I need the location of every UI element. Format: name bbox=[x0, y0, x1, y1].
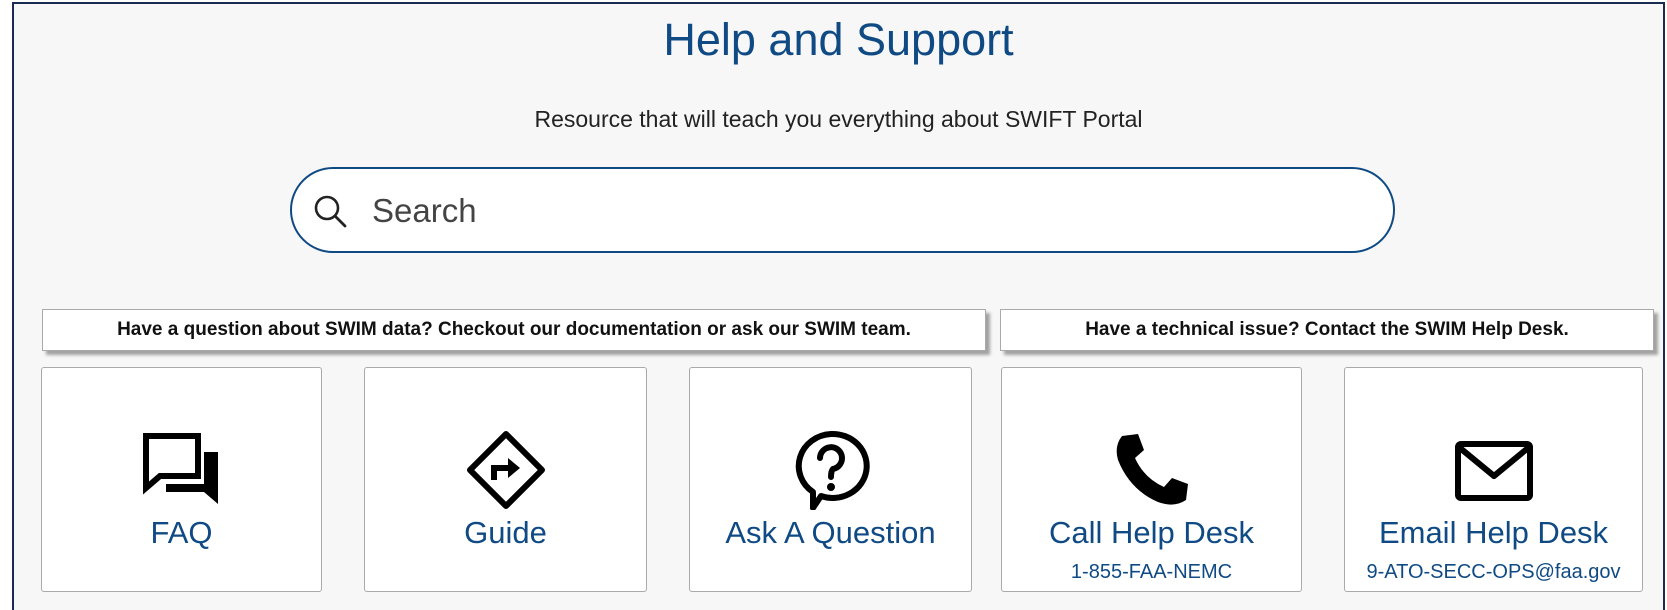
guide-card[interactable]: Guide bbox=[364, 367, 647, 592]
email-help-desk-label: Email Help Desk bbox=[1378, 515, 1609, 550]
call-help-desk-card[interactable]: Call Help Desk 1-855-FAA-NEMC bbox=[1001, 367, 1302, 592]
page-subtitle: Resource that will teach you everything … bbox=[534, 106, 1143, 132]
directions-sign-icon bbox=[466, 431, 545, 509]
search-bar[interactable] bbox=[290, 167, 1395, 253]
call-help-desk-label: Call Help Desk bbox=[1048, 515, 1254, 550]
help-desk-phone-number[interactable]: 1-855-FAA-NEMC bbox=[1002, 560, 1301, 584]
faq-label: FAQ bbox=[150, 515, 213, 550]
technical-issue-banner: Have a technical issue? Contact the SWIM… bbox=[1000, 309, 1654, 351]
ask-question-label: Ask A Question bbox=[725, 515, 936, 550]
question-bubble-icon bbox=[795, 430, 870, 510]
chat-bubbles-icon bbox=[142, 433, 218, 504]
swim-data-banner: Have a question about SWIM data? Checkou… bbox=[42, 309, 986, 351]
envelope-icon bbox=[1454, 441, 1533, 501]
help-desk-email[interactable]: 9-ATO-SECC-OPS@faa.gov bbox=[1345, 560, 1642, 584]
help-support-panel: Help and Support Resource that will teac… bbox=[12, 2, 1665, 610]
search-icon[interactable] bbox=[312, 193, 348, 229]
email-help-desk-card[interactable]: Email Help Desk 9-ATO-SECC-OPS@faa.gov bbox=[1344, 367, 1643, 592]
ask-question-card[interactable]: Ask A Question bbox=[689, 367, 972, 592]
guide-label: Guide bbox=[464, 515, 547, 550]
faq-card[interactable]: FAQ bbox=[41, 367, 322, 592]
search-input[interactable] bbox=[370, 183, 1354, 239]
page-title: Help and Support bbox=[663, 14, 1014, 65]
phone-icon bbox=[1116, 434, 1188, 505]
